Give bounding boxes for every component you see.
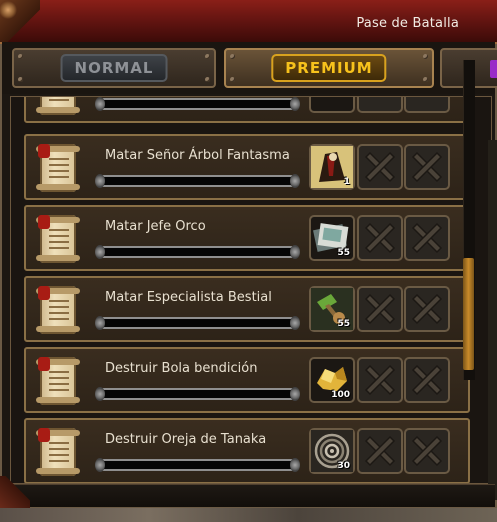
locked-x-icon [364,435,396,467]
rivet-icon [205,77,210,82]
tab-premium[interactable]: PREMIUM [224,48,434,88]
quest-row: Matar Jefe Orco 55 [24,205,470,271]
tab-premium-label: PREMIUM [271,54,387,82]
quest-scroll-icon [36,286,80,334]
locked-x-icon [411,293,443,325]
locked-x-icon [364,151,396,183]
window-corner-ornament [0,0,40,42]
quest-progress-bar [95,458,300,472]
rivet-icon [18,54,23,59]
quest-row [24,97,470,123]
quest-scroll-icon [36,144,80,192]
quest-row: Matar Especialista Bestial 55 [24,276,470,342]
reward-quantity: 55 [337,319,350,329]
locked-x-icon [411,364,443,396]
quest-name: Matar Jefe Orco [105,219,206,234]
locked-reward-slot [404,144,450,190]
locked-x-icon [364,293,396,325]
reward-quantity: 55 [337,248,350,258]
rivet-icon [423,77,428,82]
locked-x-icon [411,151,443,183]
quest-scroll-icon [36,97,80,115]
locked-reward-slot [404,286,450,332]
rivet-icon [230,54,235,59]
reward-slot[interactable]: 55 [309,286,355,332]
reward-quantity: 30 [337,461,350,471]
locked-x-icon [364,364,396,396]
tab-normal-label: NORMAL [60,54,168,82]
locked-x-icon [411,222,443,254]
window-corner-ornament [0,476,30,508]
side-panel-edge [488,140,497,500]
purple-gem-icon [490,60,497,78]
locked-reward-slot [404,428,450,474]
quest-progress-bar [95,97,300,111]
reward-quantity: 1 [343,177,350,187]
quest-progress-bar [95,174,300,188]
locked-reward-slot [404,215,450,261]
rivet-icon [423,54,428,59]
reward-slot[interactable] [309,97,355,113]
locked-reward-slot [357,357,403,403]
quest-row: Destruir Bola bendición 100 [24,347,470,413]
locked-reward-slot [357,428,403,474]
locked-reward-slot [404,357,450,403]
rivet-icon [230,77,235,82]
rivet-icon [205,54,210,59]
quest-name: Matar Señor Árbol Fantasma [105,148,290,163]
rivet-icon [18,77,23,82]
locked-reward-slot [357,286,403,332]
locked-reward-slot [357,215,403,261]
quest-scroll-icon [36,357,80,405]
locked-reward-slot [357,97,403,113]
quest-progress-bar [95,316,300,330]
window-bottom-trim [2,484,495,507]
quest-name: Matar Especialista Bestial [105,290,272,305]
locked-reward-slot [357,144,403,190]
quest-progress-bar [95,387,300,401]
tab-normal[interactable]: NORMAL [12,48,216,88]
reward-slot[interactable]: 100 [309,357,355,403]
quest-progress-bar [95,245,300,259]
locked-reward-slot [404,97,450,113]
quest-scroll-icon [36,428,80,476]
quest-scroll-icon [36,215,80,263]
quest-list: Matar Señor Árbol Fantasma 1 Matar Jefe … [11,97,471,483]
locked-x-icon [411,435,443,467]
quest-row: Matar Señor Árbol Fantasma 1 [24,134,470,200]
scrollbar-thumb[interactable] [463,258,474,370]
reward-slot[interactable]: 1 [309,144,355,190]
reward-slot[interactable]: 55 [309,215,355,261]
quest-row: Destruir Oreja de Tanaka 30 [24,418,470,483]
quest-name: Destruir Oreja de Tanaka [105,432,267,447]
reward-slot[interactable]: 30 [309,428,355,474]
quest-panel: Matar Señor Árbol Fantasma 1 Matar Jefe … [10,96,492,484]
title-bar[interactable]: Pase de Batalla [0,0,497,44]
quest-name: Destruir Bola bendición [105,361,258,376]
locked-x-icon [364,222,396,254]
reward-quantity: 100 [331,390,350,400]
window-title: Pase de Batalla [356,16,459,31]
